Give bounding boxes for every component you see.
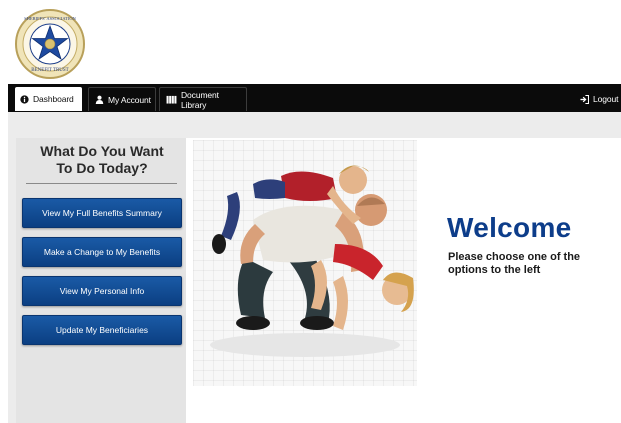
svg-text:SHERIFFS' ASSOCIATION: SHERIFFS' ASSOCIATION [24,16,76,21]
family-photo [193,140,417,386]
logout-button[interactable]: Logout [574,87,621,111]
top-nav-bar: Dashboard My Account Document Library Lo… [8,84,621,112]
user-icon [95,95,104,104]
sidebar-divider [26,183,177,184]
make-benefit-change-button[interactable]: Make a Change to My Benefits [22,237,182,267]
sidebar-title: What Do You Want To Do Today? [22,143,182,177]
welcome-heading: Welcome [447,212,572,243]
view-benefits-summary-button[interactable]: View My Full Benefits Summary [22,198,182,228]
info-circle-icon [20,94,29,104]
tab-dashboard[interactable]: Dashboard [15,87,82,111]
tab-my-account[interactable]: My Account [88,87,156,111]
benefit-trust-logo: BENEFIT TRUST SHERIFFS' ASSOCIATION [14,8,86,80]
update-beneficiaries-button[interactable]: Update My Beneficiaries [22,315,182,345]
sidebar-title-line2: To Do Today? [56,160,148,176]
welcome-instructions: Please choose one of the options to the … [448,251,581,276]
view-personal-info-button[interactable]: View My Personal Info [22,276,182,306]
sidebar-title-line1: What Do You Want [40,143,164,159]
logout-icon [580,94,589,104]
tab-my-account-label: My Account [108,94,151,105]
svg-text:BENEFIT TRUST: BENEFIT TRUST [31,68,68,73]
tab-document-library[interactable]: Document Library [159,87,247,111]
book-icon [166,95,177,104]
tab-document-library-label: Document Library [181,89,219,110]
tab-dashboard-label: Dashboard [33,94,74,104]
logout-label: Logout [593,94,619,104]
